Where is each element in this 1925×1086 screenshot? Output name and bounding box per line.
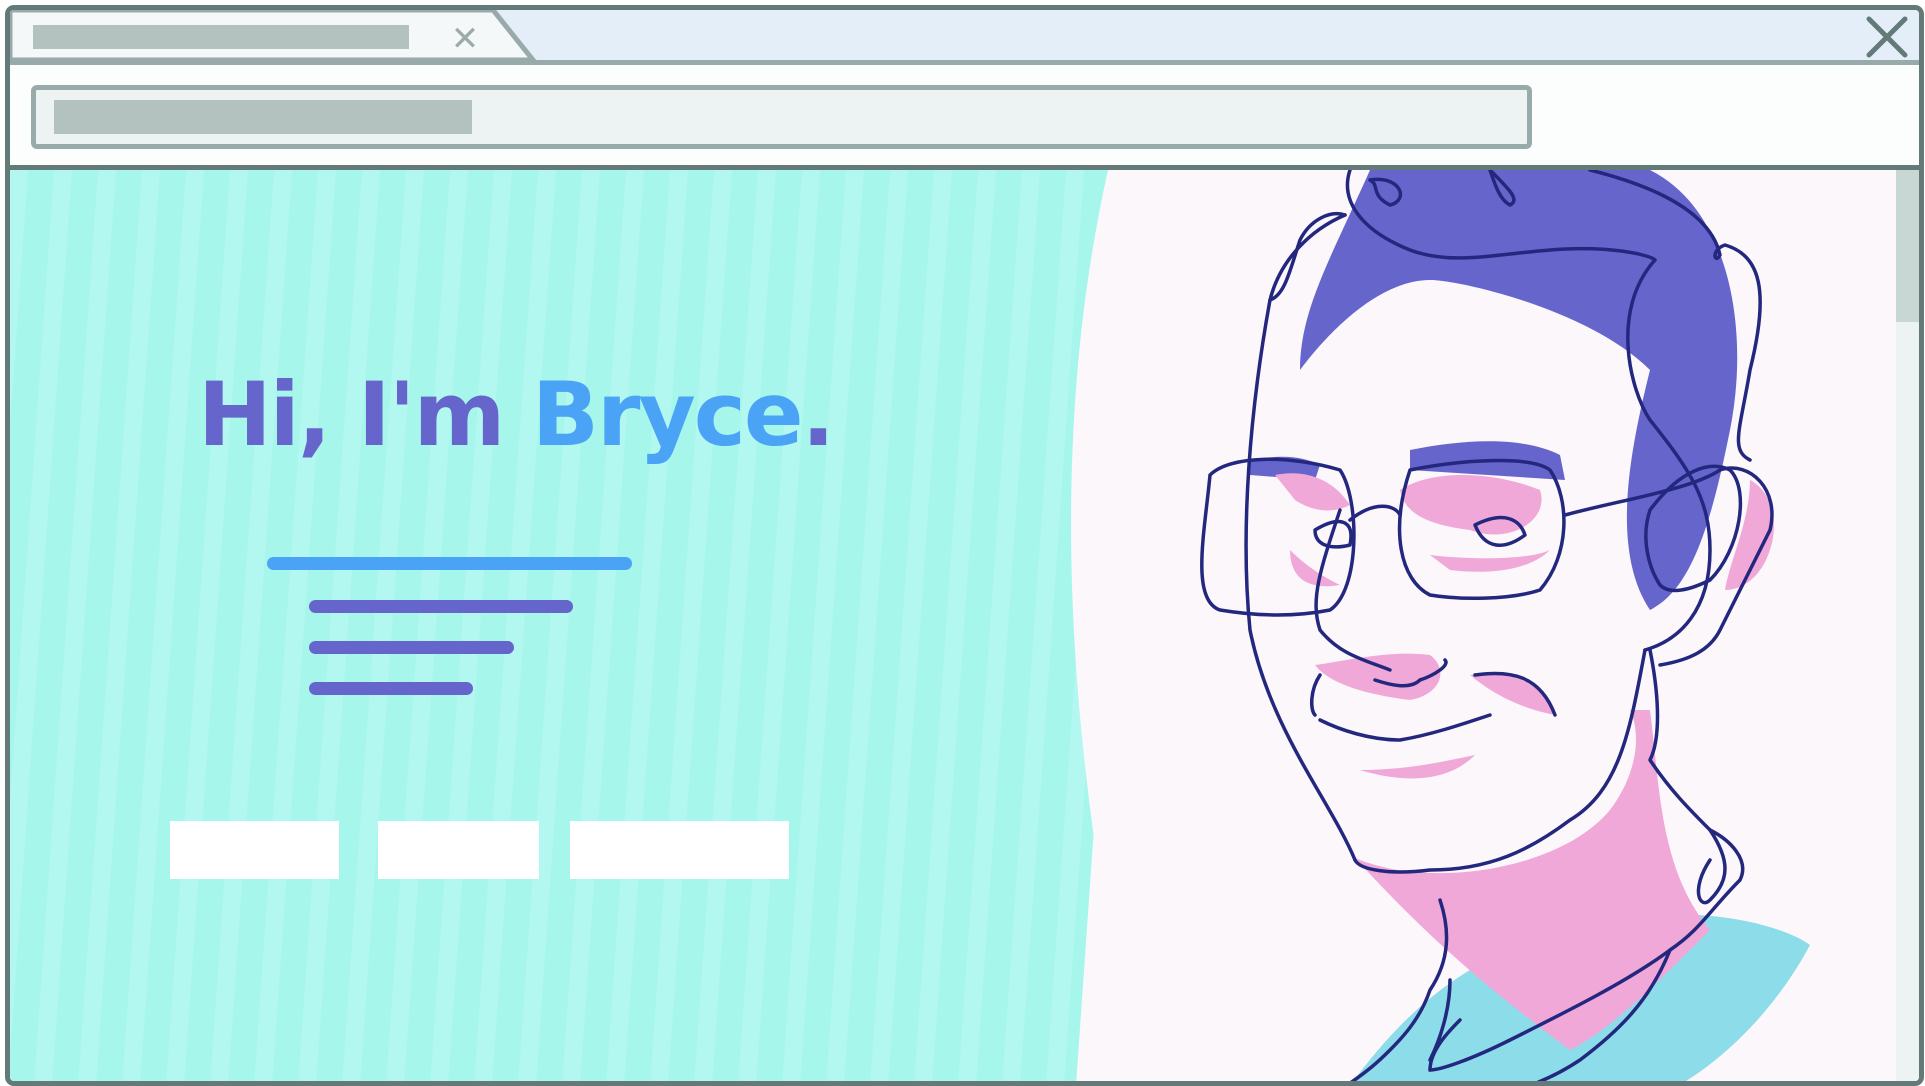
vertical-scrollbar[interactable] (1896, 170, 1919, 1081)
subtitle-placeholder (267, 557, 632, 570)
page-viewport: Hi, I'm Bryce. (10, 165, 1919, 1081)
address-text-placeholder (54, 100, 472, 134)
text-line-placeholder (309, 641, 514, 654)
address-bar[interactable] (31, 85, 1532, 149)
nav-button-1[interactable] (170, 821, 339, 879)
headline-greeting: Hi, I'm (198, 363, 532, 466)
scrollbar-thumb[interactable] (1896, 170, 1919, 322)
page-title: Hi, I'm Bryce. (198, 363, 835, 466)
tab-title-placeholder (33, 25, 409, 49)
nav-button-2[interactable] (378, 821, 539, 879)
tab-close-icon[interactable]: ✕ (447, 21, 483, 57)
text-line-placeholder (309, 682, 473, 695)
browser-window: ✕ Hi, I'm Bryce. (5, 5, 1924, 1086)
title-bar: ✕ (10, 10, 1919, 65)
toolbar (10, 65, 1919, 165)
headline-name: Bryce (531, 363, 804, 466)
hero-art (10, 170, 1810, 1081)
text-line-placeholder (309, 600, 573, 613)
portrait-illustration (1200, 170, 1810, 1081)
nav-button-3[interactable] (570, 821, 789, 879)
window-close-icon[interactable] (1863, 13, 1911, 61)
headline-punctuation: . (801, 363, 835, 466)
browser-tab[interactable]: ✕ (10, 10, 545, 65)
striped-background (10, 170, 1140, 1081)
